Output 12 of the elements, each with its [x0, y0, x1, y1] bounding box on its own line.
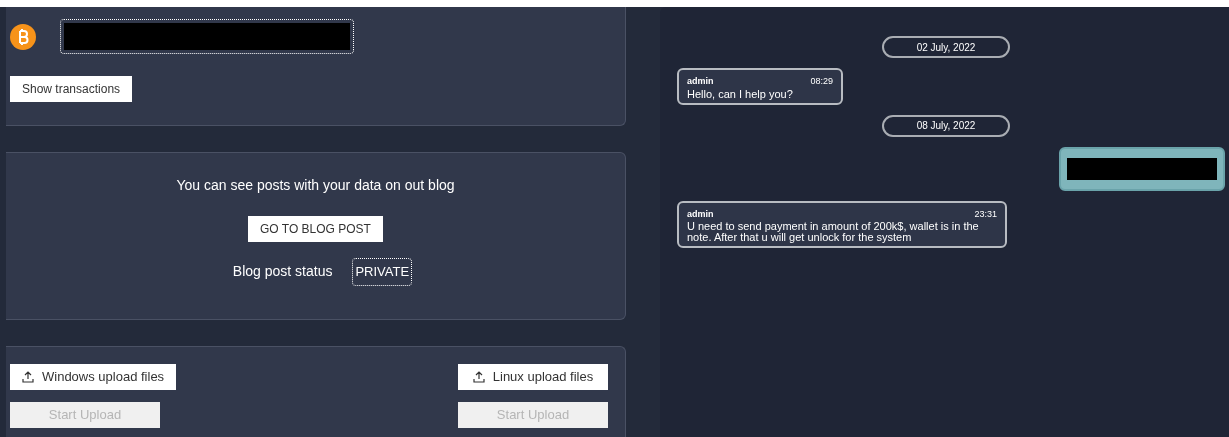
date-pill: 08 July, 2022: [882, 114, 1010, 137]
blog-message: You can see posts with your data on out blog: [176, 176, 455, 195]
message-time: 08:29: [810, 75, 833, 88]
message-text: Hello, can I help you?: [687, 88, 794, 100]
message-author: admin: [687, 207, 714, 221]
message-text: U need to send payment in amount of 200k$, wallet is in the note. After that u will get unlock for the system: [687, 221, 980, 243]
message-author: admin: [687, 75, 714, 88]
date-pill: 02 July, 2022: [882, 36, 1010, 58]
show-transactions-button[interactable]: Show transactions: [10, 76, 133, 102]
message-time: 23:31: [974, 207, 997, 221]
blog-status-label: Blog post status: [232, 262, 333, 282]
go-to-blog-post-button[interactable]: GO TO BLOG POST: [248, 216, 383, 242]
